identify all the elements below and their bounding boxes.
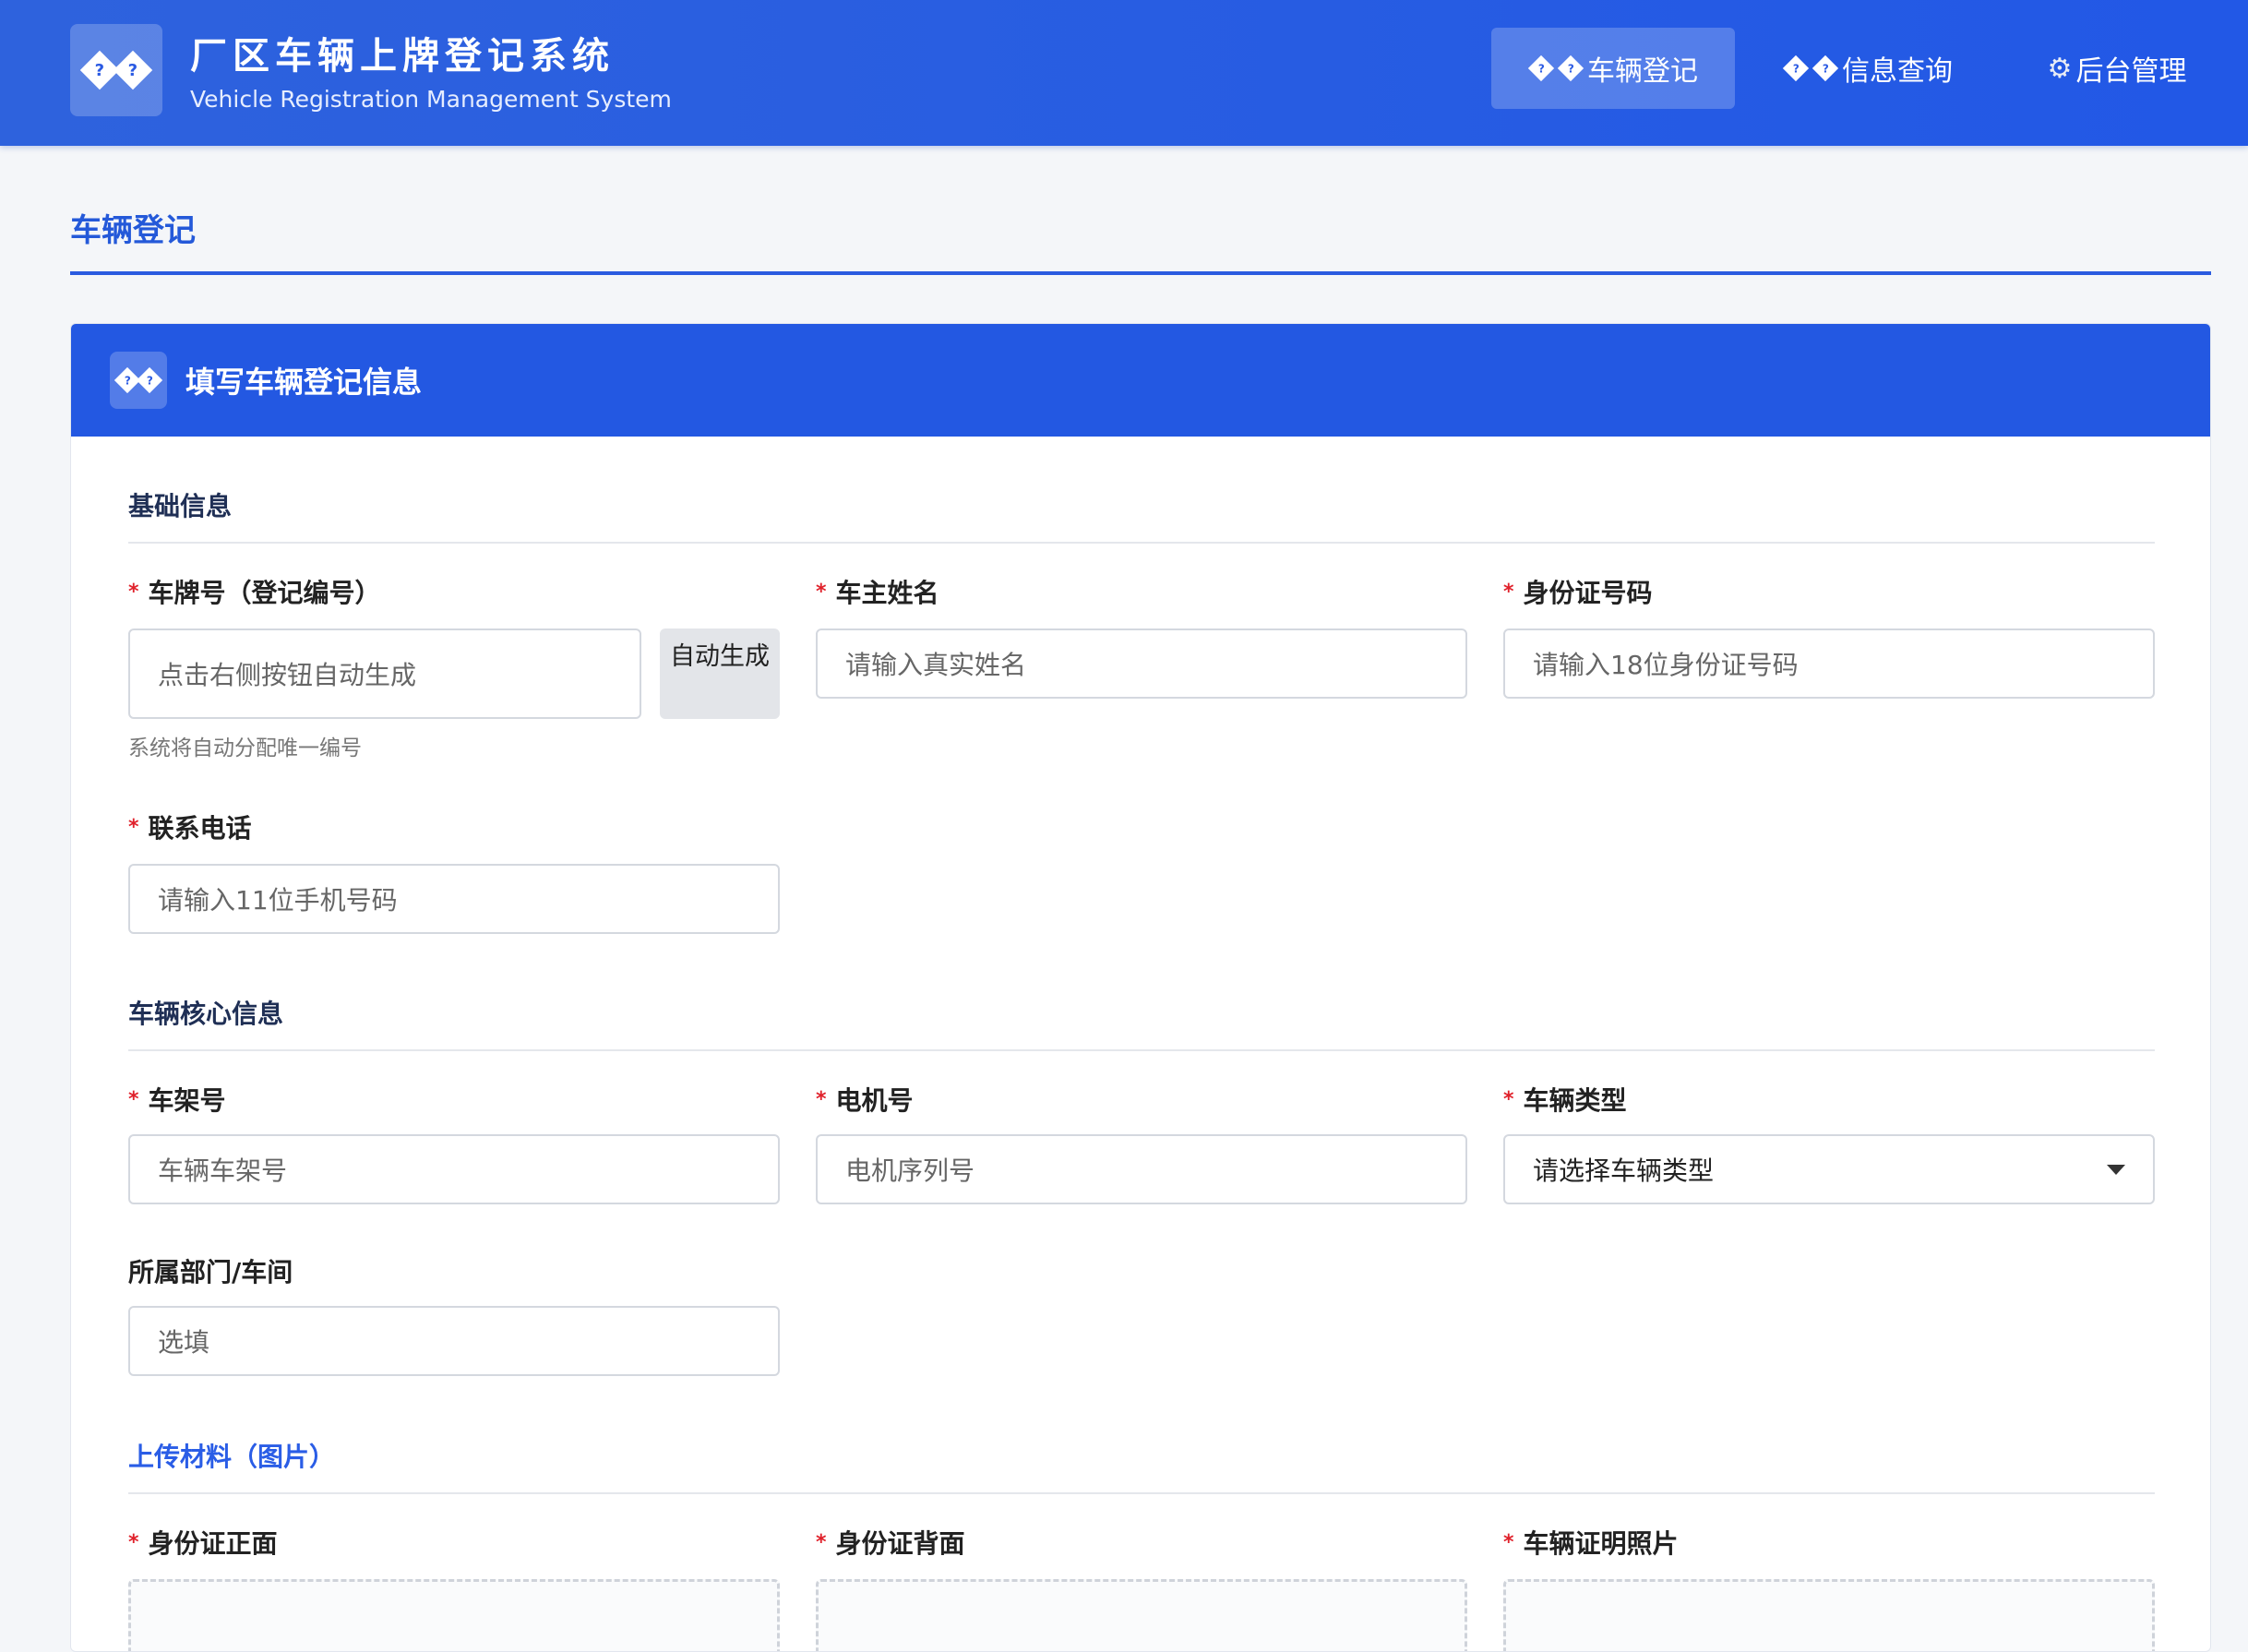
vehicle-type-label: * 车辆类型 xyxy=(1503,1085,1627,1116)
required-mark: * xyxy=(128,816,139,839)
vehicle-type-select[interactable]: 请选择车辆类型 xyxy=(1503,1134,2155,1204)
id-number-label: * 身份证号码 xyxy=(1503,578,1653,608)
card-header-icon: ? ? xyxy=(110,352,167,409)
required-mark: * xyxy=(816,581,827,604)
motor-number-input[interactable]: 电机序列号 xyxy=(816,1134,1467,1204)
phone-input[interactable]: 请输入11位手机号码 xyxy=(128,864,780,934)
diamond-question-icon: ? xyxy=(136,366,163,394)
required-mark: * xyxy=(816,1088,827,1111)
section-title-vehicle: 车辆核心信息 xyxy=(128,999,284,1029)
required-mark: * xyxy=(1503,1531,1514,1554)
required-mark: * xyxy=(816,1531,827,1554)
diamond-question-icon: ? xyxy=(1527,54,1555,82)
page-title: 车辆登记 xyxy=(70,212,196,249)
required-mark: * xyxy=(128,1531,139,1554)
section-divider xyxy=(128,1492,2155,1494)
vehicle-type-selected: 请选择车辆类型 xyxy=(1533,1155,1715,1186)
required-mark: * xyxy=(128,1088,139,1111)
auto-generate-button[interactable]: 自动生成 xyxy=(660,628,780,719)
section-divider xyxy=(128,1049,2155,1051)
registration-form-card: ? ? 填写车辆登记信息 基础信息 * 车牌号（登记编号） 点击右侧按钮自动生成 … xyxy=(70,323,2211,1652)
owner-name-input[interactable]: 请输入真实姓名 xyxy=(816,628,1467,699)
id-back-label: * 身份证背面 xyxy=(816,1528,965,1559)
card-header: ? ? 填写车辆登记信息 xyxy=(71,324,2210,437)
nav-label: 信息查询 xyxy=(1842,55,1953,88)
id-number-input[interactable]: 请输入18位身份证号码 xyxy=(1503,628,2155,699)
department-label: 所属部门/车间 xyxy=(128,1257,293,1287)
app-logo: ? ? xyxy=(70,24,162,116)
nav-vehicle-registration[interactable]: ? ? 车辆登记 xyxy=(1491,28,1735,109)
id-front-upload[interactable] xyxy=(128,1579,780,1651)
department-input[interactable]: 选填 xyxy=(128,1306,780,1376)
diamond-question-icon: ? xyxy=(1557,54,1584,82)
page-title-underline xyxy=(70,271,2211,275)
nav-info-query[interactable]: ? ? 信息查询 xyxy=(1761,28,1975,109)
app-subtitle: Vehicle Registration Management System xyxy=(190,86,672,113)
chevron-down-icon xyxy=(2107,1164,2125,1175)
id-front-label: * 身份证正面 xyxy=(128,1528,278,1559)
required-mark: * xyxy=(1503,1088,1514,1111)
motor-label: * 电机号 xyxy=(816,1085,914,1116)
diamond-question-icon: ? xyxy=(1782,54,1810,82)
vehicle-photo-upload[interactable] xyxy=(1503,1579,2155,1651)
nav-admin[interactable]: ⚙ 后台管理 xyxy=(2015,28,2218,109)
required-mark: * xyxy=(1503,581,1514,604)
app-title: 厂区车辆上牌登记系统 xyxy=(190,35,615,78)
section-title-upload: 上传材料（图片） xyxy=(128,1442,336,1472)
id-back-upload[interactable] xyxy=(816,1579,1467,1651)
frame-number-input[interactable]: 车辆车架号 xyxy=(128,1134,780,1204)
vehicle-photo-label: * 车辆证明照片 xyxy=(1503,1528,1679,1559)
plate-hint: 系统将自动分配唯一编号 xyxy=(128,736,362,760)
diamond-question-icon: ? xyxy=(113,50,153,90)
section-divider xyxy=(128,542,2155,544)
plate-label: * 车牌号（登记编号） xyxy=(128,578,381,608)
gear-icon: ⚙ xyxy=(2047,52,2073,85)
frame-label: * 车架号 xyxy=(128,1085,226,1116)
required-mark: * xyxy=(128,581,139,604)
app-header: ? ? 厂区车辆上牌登记系统 Vehicle Registration Mana… xyxy=(0,0,2248,146)
card-title: 填写车辆登记信息 xyxy=(185,365,423,400)
section-title-basic: 基础信息 xyxy=(128,491,233,521)
diamond-question-icon: ? xyxy=(1812,54,1839,82)
nav-label: 后台管理 xyxy=(2075,55,2187,88)
plate-number-input[interactable]: 点击右侧按钮自动生成 xyxy=(128,628,641,719)
nav-label: 车辆登记 xyxy=(1587,55,1698,88)
owner-label: * 车主姓名 xyxy=(816,578,939,608)
phone-label: * 联系电话 xyxy=(128,813,252,844)
